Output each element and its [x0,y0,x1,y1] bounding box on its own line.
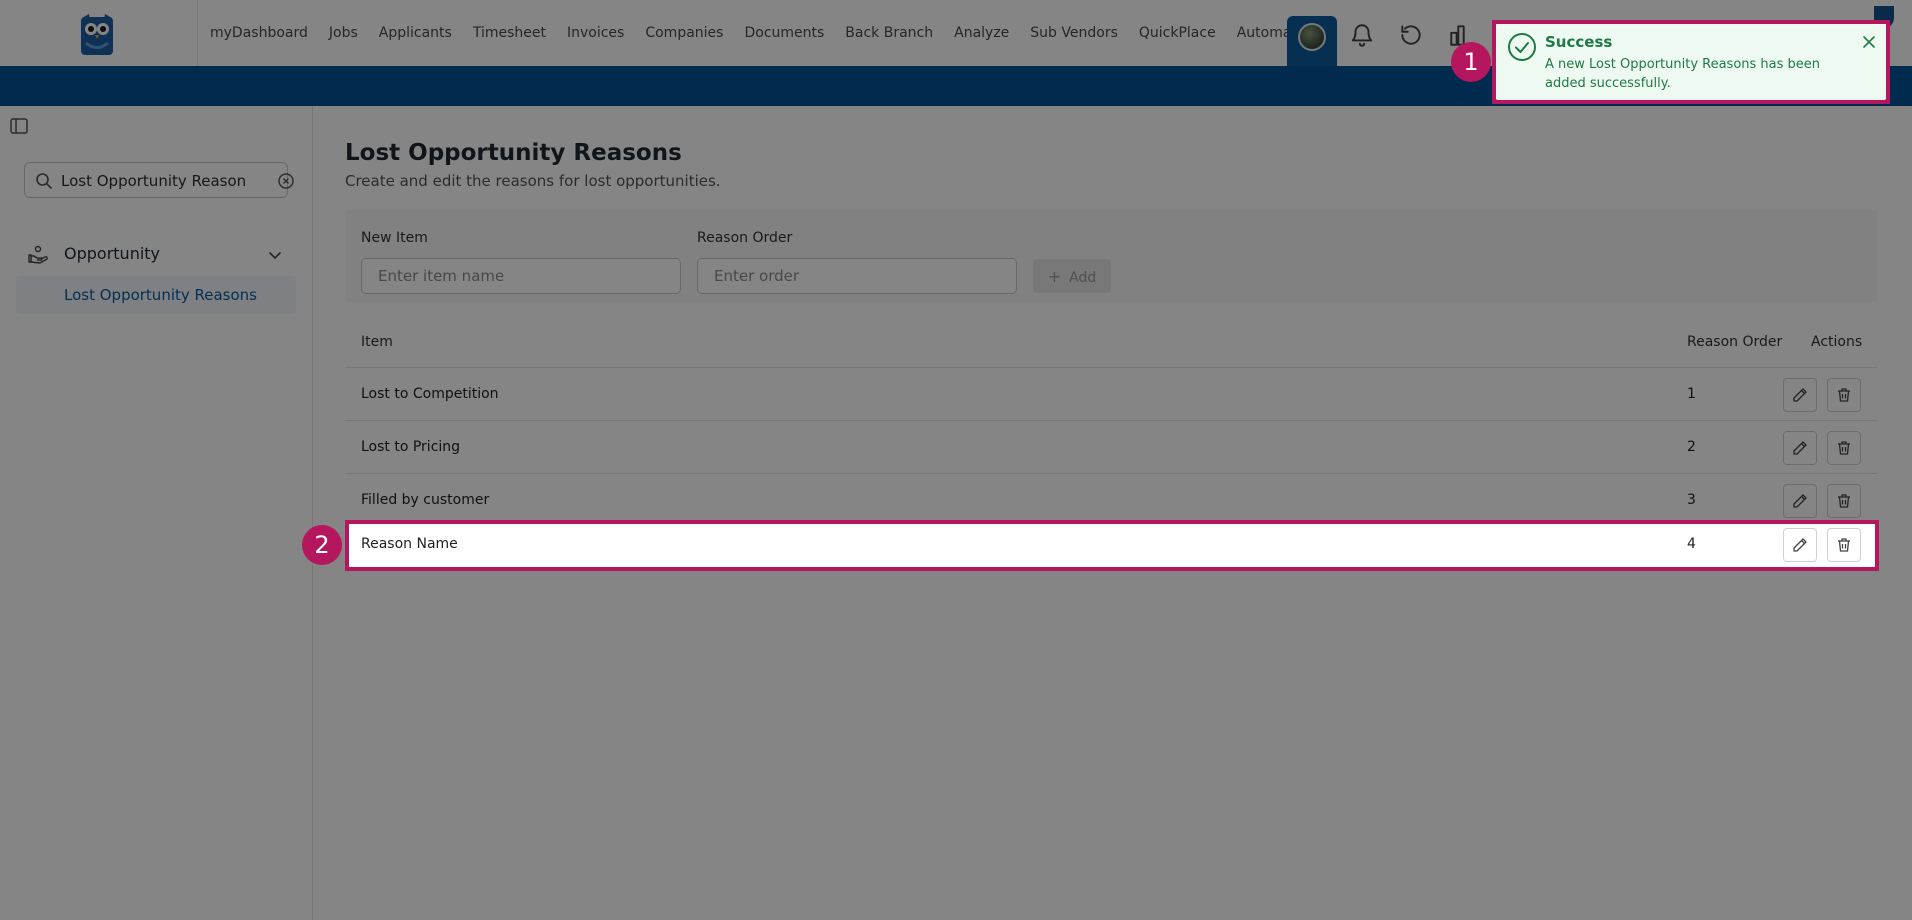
dim-overlay [0,0,1912,920]
annotation-badge-1: 1 [1451,42,1491,82]
highlight-frame-toast [1492,20,1890,104]
highlight-frame-row [345,520,1879,571]
annotation-badge-2: 2 [302,525,342,565]
